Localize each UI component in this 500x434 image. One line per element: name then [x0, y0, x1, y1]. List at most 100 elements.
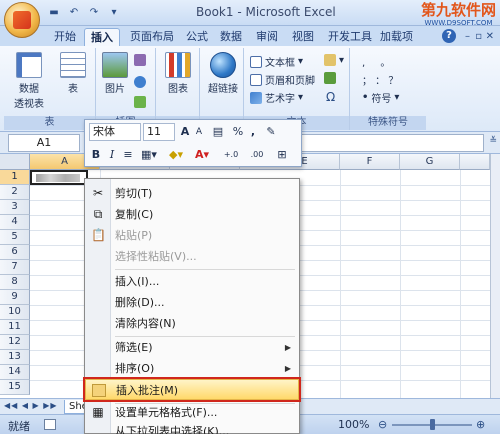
- pivot-table-button[interactable]: 数据 透视表: [10, 52, 48, 110]
- menu-item-insert[interactable]: 插入(I)...: [85, 271, 299, 292]
- accounting-format-icon[interactable]: ▤: [209, 123, 227, 141]
- zoom-out-icon[interactable]: ⊖: [378, 418, 387, 431]
- formula-expand-icon[interactable]: ≚: [489, 136, 497, 146]
- undo-icon[interactable]: ↶: [66, 5, 82, 21]
- fill-color-icon[interactable]: ◆▾: [165, 146, 187, 164]
- row-header[interactable]: 5: [0, 230, 30, 245]
- bold-button[interactable]: B: [89, 146, 103, 164]
- row-header[interactable]: 7: [0, 260, 30, 275]
- row-header[interactable]: 6: [0, 245, 30, 260]
- shrink-font-button[interactable]: A: [193, 123, 205, 141]
- font-color-icon[interactable]: A▾: [191, 146, 213, 164]
- tab-data[interactable]: 数据: [214, 28, 248, 46]
- cell-a1[interactable]: [30, 170, 88, 185]
- ribbon-restore-icon[interactable]: ▫: [475, 31, 482, 42]
- pivot-table-icon: [16, 52, 42, 78]
- tab-page-layout[interactable]: 页面布局: [124, 28, 180, 46]
- percent-button[interactable]: %: [231, 123, 245, 141]
- merge-center-icon[interactable]: ⊞: [273, 146, 291, 164]
- row-header[interactable]: 4: [0, 215, 30, 230]
- row-header[interactable]: 10: [0, 305, 30, 320]
- menu-item-copy[interactable]: ⧉ 复制(C): [85, 204, 299, 225]
- row-header[interactable]: 13: [0, 350, 30, 365]
- zoom-level[interactable]: 100%: [338, 418, 369, 431]
- signature-button[interactable]: ▾: [324, 54, 344, 66]
- menu-item-sort[interactable]: 排序(O) ▶: [85, 358, 299, 379]
- help-icon[interactable]: ?: [442, 29, 456, 43]
- menu-item-clear-contents[interactable]: 清除内容(N): [85, 313, 299, 334]
- hyperlink-button[interactable]: 超链接: [204, 52, 242, 95]
- row-header[interactable]: 1: [0, 170, 30, 185]
- menu-item-pick-from-list[interactable]: 从下拉列表中选择(K)...: [85, 421, 299, 434]
- menu-item-insert-comment[interactable]: 插入批注(M): [83, 377, 301, 402]
- clipart-button[interactable]: [134, 54, 146, 66]
- name-box[interactable]: A1: [8, 134, 80, 152]
- row-header[interactable]: 11: [0, 320, 30, 335]
- tab-view[interactable]: 视图: [286, 28, 320, 46]
- column-header-f[interactable]: F: [340, 154, 400, 170]
- font-size-box[interactable]: 11: [143, 123, 175, 141]
- column-header-g[interactable]: G: [400, 154, 460, 170]
- punctuation-row-1[interactable]: , 。: [362, 54, 396, 69]
- globe-link-icon: [210, 52, 236, 78]
- row-header[interactable]: 2: [0, 185, 30, 200]
- symbol-omega-button[interactable]: Ω: [326, 90, 335, 104]
- tab-formulas[interactable]: 公式: [180, 28, 214, 46]
- chart-button[interactable]: 图表: [162, 52, 194, 95]
- zoom-slider-thumb[interactable]: [430, 419, 435, 430]
- comma-button[interactable]: ,: [247, 123, 259, 141]
- menu-item-paste[interactable]: 📋 粘贴(P): [85, 225, 299, 246]
- menu-item-paste-special[interactable]: 选择性粘贴(V)...: [85, 246, 299, 267]
- picture-button[interactable]: 图片: [100, 52, 130, 95]
- save-icon[interactable]: ▬: [46, 5, 62, 21]
- macro-record-icon[interactable]: [44, 419, 56, 430]
- row-header[interactable]: 8: [0, 275, 30, 290]
- select-all-corner[interactable]: [0, 154, 30, 170]
- tab-review[interactable]: 审阅: [250, 28, 284, 46]
- grow-font-button[interactable]: A: [179, 123, 191, 141]
- row-header[interactable]: 14: [0, 365, 30, 380]
- cell-a1-content: [36, 174, 80, 182]
- menu-item-format-cells[interactable]: ▦ 设置单元格格式(F)...: [85, 402, 299, 423]
- row-header[interactable]: 15: [0, 380, 30, 395]
- shapes-button[interactable]: [134, 76, 146, 88]
- ribbon-minimize-icon[interactable]: –: [465, 31, 470, 42]
- paste-icon: 📋: [91, 228, 106, 242]
- borders-icon[interactable]: ▦▾: [139, 146, 159, 164]
- column-header-extra[interactable]: [460, 154, 490, 170]
- office-button[interactable]: [4, 2, 40, 38]
- tab-home[interactable]: 开始: [48, 28, 82, 46]
- align-center-icon[interactable]: ≡: [121, 146, 135, 164]
- menu-item-delete[interactable]: 删除(D)...: [85, 292, 299, 313]
- qat-customize-icon[interactable]: ▾: [106, 5, 122, 21]
- increase-decimal-button[interactable]: +.0: [219, 146, 243, 164]
- vertical-scrollbar[interactable]: [490, 154, 500, 398]
- tab-developer[interactable]: 开发工具: [322, 28, 378, 46]
- tab-addins[interactable]: 加载项: [374, 28, 419, 46]
- decrease-decimal-button[interactable]: .00: [245, 146, 269, 164]
- ribbon-group-tables: 数据 透视表 表 表: [4, 48, 96, 130]
- italic-button[interactable]: I: [105, 146, 119, 164]
- row-header[interactable]: 3: [0, 200, 30, 215]
- sheet-nav-arrows-icon[interactable]: ◀◀ ◀ ▶ ▶▶: [4, 401, 58, 410]
- wordart-button[interactable]: 艺术字 ▾: [250, 90, 303, 105]
- ribbon-close-icon[interactable]: ✕: [486, 31, 494, 42]
- menu-item-filter[interactable]: 筛选(E) ▶: [85, 337, 299, 358]
- format-painter-icon[interactable]: ✎: [263, 123, 279, 141]
- header-footer-button[interactable]: 页眉和页脚: [250, 72, 315, 87]
- symbol-button[interactable]: • 符号 ▾: [362, 90, 399, 105]
- textbox-button[interactable]: 文本框 ▾: [250, 54, 303, 69]
- clipart-icon: [134, 54, 146, 66]
- font-name-box[interactable]: 宋体: [89, 123, 141, 141]
- redo-icon[interactable]: ↷: [86, 5, 102, 21]
- zoom-in-icon[interactable]: ⊕: [476, 418, 485, 431]
- smartart-button[interactable]: [134, 96, 146, 108]
- table-button[interactable]: 表: [58, 52, 88, 95]
- row-header[interactable]: 12: [0, 335, 30, 350]
- menu-item-cut[interactable]: ✂ 剪切(T): [85, 183, 299, 204]
- ribbon-group-text: 文本框▾ 页眉和页脚 艺术字▾ ▾ Ω 文本: [244, 48, 350, 130]
- tab-insert[interactable]: 插入: [84, 28, 120, 46]
- row-header[interactable]: 9: [0, 290, 30, 305]
- object-button[interactable]: [324, 72, 336, 84]
- punctuation-row-2[interactable]: ； ： ？: [362, 72, 398, 87]
